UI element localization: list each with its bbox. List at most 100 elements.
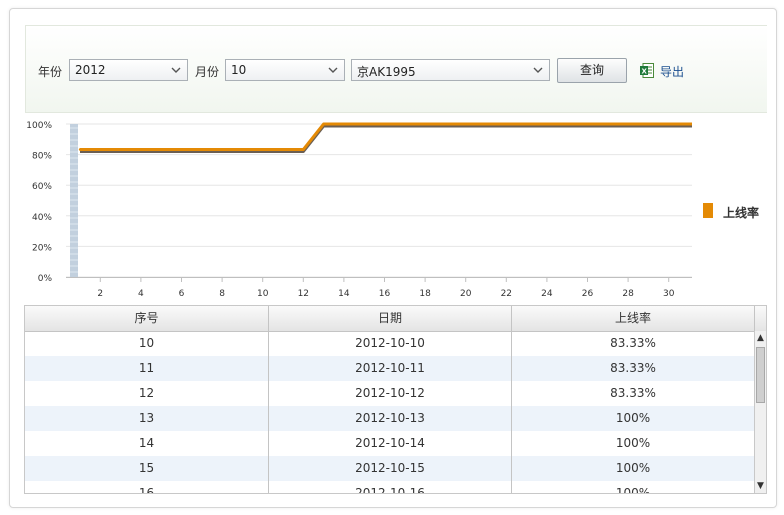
scrollbar-thumb[interactable] <box>756 347 765 403</box>
cell-rate: 83.33% <box>512 356 755 381</box>
x-tick-label: 12 <box>298 289 309 299</box>
data-point <box>241 148 244 151</box>
data-point <box>302 148 305 151</box>
cell-index: 13 <box>25 406 269 431</box>
data-point <box>99 148 102 151</box>
cell-date: 2012-10-11 <box>269 356 512 381</box>
cell-index: 10 <box>25 331 269 356</box>
data-point <box>566 122 569 126</box>
cell-date: 2012-10-12 <box>269 381 512 406</box>
x-tick-label: 2 <box>97 289 103 299</box>
data-point <box>342 122 346 126</box>
cell-rate: 83.33% <box>512 381 755 406</box>
online-rate-chart: 0%20%40%60%80%100%2 4 6 8 10 12 14 16 18 20 22 24 26… <box>26 121 692 299</box>
cell-index: 12 <box>25 381 269 406</box>
series-line <box>80 122 692 152</box>
month-select[interactable]: 10 <box>225 59 345 81</box>
x-tick-label: 28 <box>622 289 634 299</box>
cell-rate: 100% <box>512 406 755 431</box>
x-tick-label: 24 <box>541 289 553 299</box>
svg-text:X: X <box>642 68 648 76</box>
data-point <box>78 148 82 151</box>
y-tick-label: 100% <box>26 121 52 131</box>
data-point <box>261 148 264 151</box>
data-point <box>444 122 447 126</box>
data-point <box>180 148 183 151</box>
x-tick-label: 26 <box>582 289 594 299</box>
data-point <box>525 122 528 126</box>
x-tick-label: 8 <box>219 289 225 299</box>
table-header: 序号 日期 上线率 <box>25 306 766 332</box>
table-row[interactable]: 11 2012-10-11 83.33% <box>25 356 755 381</box>
table-row[interactable]: 16 2012-10-16 100% <box>25 481 755 493</box>
chevron-down-icon <box>533 67 543 73</box>
data-point <box>484 122 488 126</box>
data-point <box>200 148 203 151</box>
legend-swatch <box>703 203 713 218</box>
data-point <box>281 148 285 151</box>
table-scrollbar[interactable]: ▲ ▼ <box>754 331 766 493</box>
scroll-down-icon[interactable]: ▼ <box>755 479 766 493</box>
x-tick-label: 30 <box>663 289 675 299</box>
chevron-down-icon <box>171 67 181 73</box>
y-tick-label: 20% <box>32 243 52 253</box>
table-row[interactable]: 15 2012-10-15 100% <box>25 456 755 481</box>
data-point <box>586 122 589 126</box>
table-row[interactable]: 12 2012-10-12 83.33% <box>25 381 755 406</box>
x-tick-label: 22 <box>501 289 512 299</box>
export-label: 导出 <box>660 65 685 79</box>
series-line-shadow <box>80 124 692 154</box>
cell-rate: 100% <box>512 481 755 493</box>
column-header-date[interactable]: 日期 <box>269 306 512 331</box>
data-point <box>687 122 691 126</box>
data-point <box>363 122 366 126</box>
cell-rate: 100% <box>512 431 755 456</box>
data-point <box>322 122 325 126</box>
cell-rate: 83.33% <box>512 331 755 356</box>
cell-date: 2012-10-14 <box>269 431 512 456</box>
query-button[interactable]: 查询 <box>557 58 627 83</box>
data-point <box>403 122 406 126</box>
data-point <box>383 122 386 126</box>
data-table: 序号 日期 上线率 10 2012-10-10 83.33% 11 2012-1… <box>24 305 767 494</box>
scroll-up-icon[interactable]: ▲ <box>755 331 766 345</box>
table-row[interactable]: 10 2012-10-10 83.33% <box>25 331 755 356</box>
data-point <box>545 122 549 126</box>
legend-label: 上线率 <box>723 206 760 220</box>
vehicle-select[interactable]: 京AK1995 <box>351 59 550 81</box>
data-point <box>423 122 427 126</box>
column-header-rate[interactable]: 上线率 <box>512 306 755 331</box>
table-row[interactable]: 13 2012-10-13 100% <box>25 406 755 431</box>
data-point <box>505 122 508 126</box>
data-point <box>220 148 224 151</box>
data-point <box>139 148 143 151</box>
cell-index: 14 <box>25 431 269 456</box>
year-select[interactable]: 2012 <box>69 59 188 81</box>
column-header-index[interactable]: 序号 <box>25 306 269 331</box>
vehicle-select-value: 京AK1995 <box>357 65 416 79</box>
excel-icon: X <box>640 63 654 78</box>
data-point <box>160 148 163 151</box>
x-tick-label: 6 <box>179 289 185 299</box>
data-point <box>647 122 650 126</box>
year-label: 年份 <box>38 65 63 79</box>
cell-date: 2012-10-13 <box>269 406 512 431</box>
y-tick-label: 40% <box>32 213 52 223</box>
x-tick-label: 16 <box>379 289 391 299</box>
data-point <box>626 122 630 126</box>
table-row[interactable]: 14 2012-10-14 100% <box>25 431 755 456</box>
x-tick-label: 20 <box>460 289 472 299</box>
y-tick-label: 0% <box>38 274 53 284</box>
data-point <box>667 122 670 126</box>
data-point <box>606 122 609 126</box>
cell-date: 2012-10-10 <box>269 331 512 356</box>
cell-index: 11 <box>25 356 269 381</box>
year-select-value: 2012 <box>75 63 106 77</box>
y-tick-label: 60% <box>32 182 52 192</box>
cell-date: 2012-10-16 <box>269 481 512 493</box>
month-select-value: 10 <box>231 63 247 77</box>
x-tick-label: 18 <box>419 289 431 299</box>
chevron-down-icon <box>328 67 338 73</box>
x-tick-label: 14 <box>338 289 350 299</box>
cell-index: 16 <box>25 481 269 493</box>
